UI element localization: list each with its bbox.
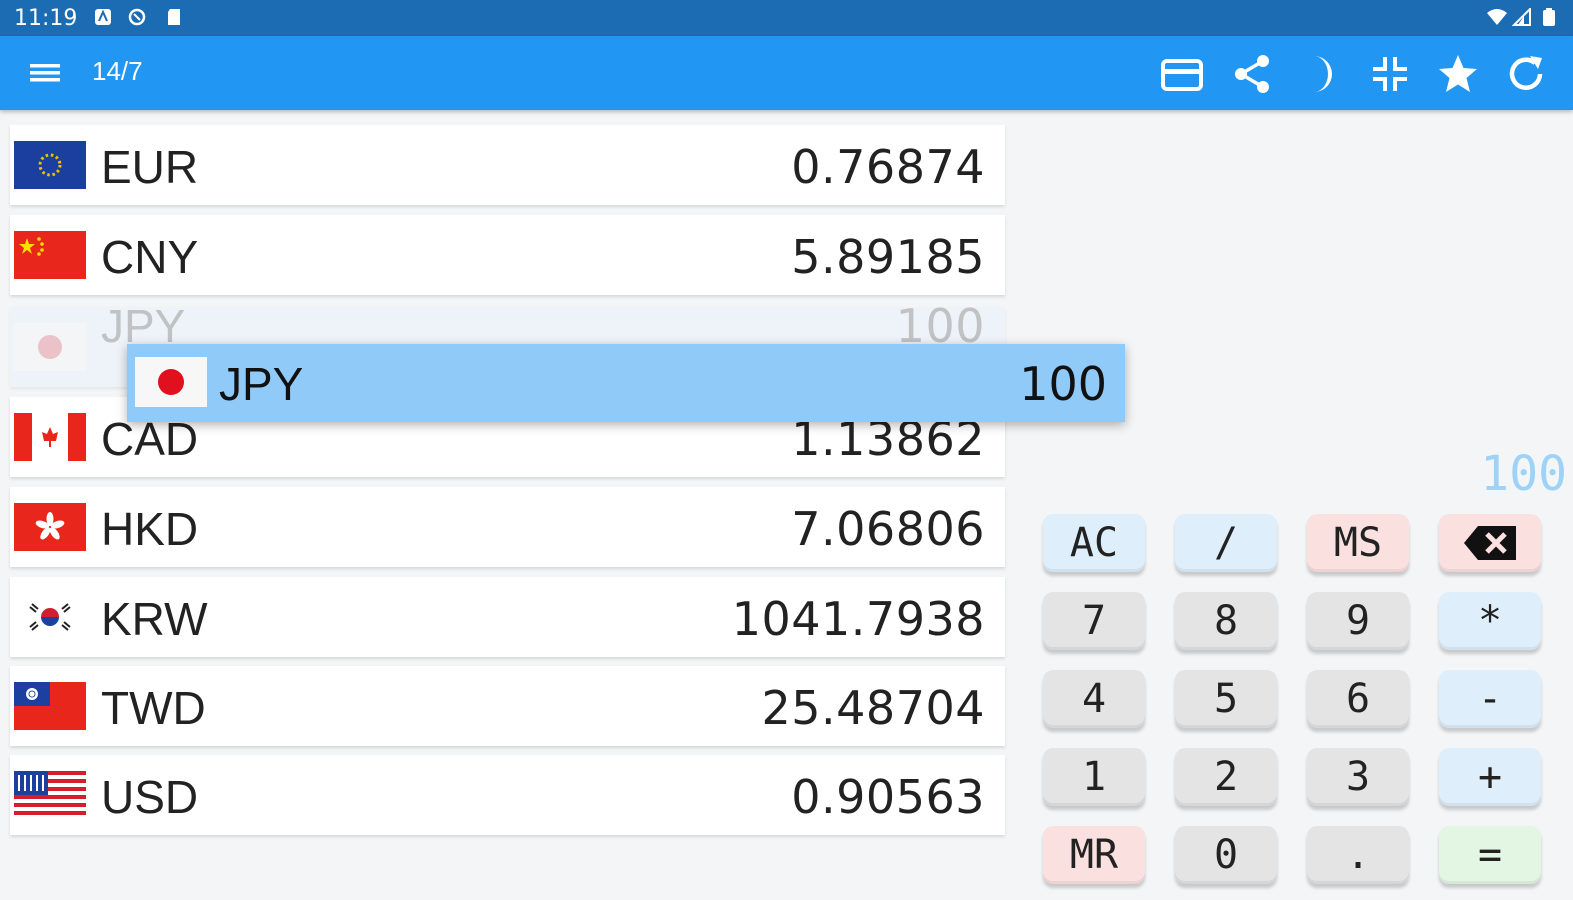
key-8[interactable]: 8: [1175, 592, 1277, 650]
taiwan-flag-icon: [14, 682, 86, 730]
calculator-display: 100: [1480, 446, 1567, 502]
currency-row-twd[interactable]: TWD 25.48704: [10, 666, 1005, 746]
currency-code: TWD: [101, 682, 206, 734]
canada-flag-icon: [14, 413, 86, 461]
key-5[interactable]: 5: [1175, 670, 1277, 728]
notification-a-icon: [95, 9, 111, 25]
dragging-currency-row[interactable]: JPY 100: [127, 344, 1125, 422]
japan-flag-icon: [14, 323, 86, 371]
key-divide[interactable]: /: [1175, 514, 1277, 572]
key-0[interactable]: 0: [1175, 826, 1277, 884]
currency-code: KRW: [101, 593, 208, 645]
key-4[interactable]: 4: [1043, 670, 1145, 728]
menu-icon[interactable]: [28, 58, 64, 88]
key-3[interactable]: 3: [1307, 748, 1409, 806]
currency-row-hkd[interactable]: HKD 7.06806: [10, 487, 1005, 567]
key-ms[interactable]: MS: [1307, 514, 1409, 572]
currency-code: JPY: [219, 358, 304, 410]
compress-icon[interactable]: [1368, 52, 1412, 96]
key-ac[interactable]: AC: [1043, 514, 1145, 572]
usa-flag-icon: [14, 771, 86, 819]
china-flag-icon: [14, 231, 86, 279]
currency-value: 1041.7938: [731, 592, 985, 646]
key-1[interactable]: 1: [1043, 748, 1145, 806]
hong-kong-flag-icon: [14, 503, 86, 551]
currency-row-usd[interactable]: USD 0.90563: [10, 755, 1005, 835]
key-multiply[interactable]: *: [1439, 592, 1541, 650]
battery-icon: [1543, 8, 1555, 26]
wifi-icon: [1487, 9, 1507, 25]
currency-value: 0.90563: [791, 770, 985, 824]
sync-icon: [128, 8, 146, 26]
currency-code: USD: [101, 771, 199, 823]
key-2[interactable]: 2: [1175, 748, 1277, 806]
key-subtract[interactable]: -: [1439, 670, 1541, 728]
signal-icon: [1512, 8, 1531, 26]
currency-value: 7.06806: [791, 502, 985, 556]
app-title: 14/7: [92, 56, 143, 86]
korea-flag-icon: [14, 593, 86, 641]
key-6[interactable]: 6: [1307, 670, 1409, 728]
key-add[interactable]: +: [1439, 748, 1541, 806]
moon-icon[interactable]: [1298, 52, 1342, 96]
key-backspace[interactable]: [1439, 514, 1541, 572]
status-bar: 11:19: [0, 0, 1573, 36]
currency-value: 5.89185: [791, 230, 985, 284]
key-equals[interactable]: =: [1439, 826, 1541, 884]
eu-flag-icon: [14, 141, 86, 189]
key-mr[interactable]: MR: [1043, 826, 1145, 884]
sd-card-icon: [168, 9, 180, 25]
currency-value: 0.76874: [791, 140, 985, 194]
app-bar: 14/7: [0, 36, 1573, 110]
currency-code: CNY: [101, 231, 199, 283]
currency-value: 25.48704: [761, 681, 985, 735]
status-time: 11:19: [14, 6, 78, 31]
star-icon[interactable]: [1436, 52, 1480, 96]
key-decimal[interactable]: .: [1307, 826, 1409, 884]
japan-flag-icon: [135, 357, 207, 407]
currency-row-eur[interactable]: EUR 0.76874: [10, 125, 1005, 205]
key-7[interactable]: 7: [1043, 592, 1145, 650]
key-9[interactable]: 9: [1307, 592, 1409, 650]
currency-code: HKD: [101, 503, 199, 555]
refresh-icon[interactable]: [1504, 52, 1548, 96]
currency-value: 100: [1019, 357, 1107, 411]
currency-row-cny[interactable]: CNY 5.89185: [10, 215, 1005, 295]
backspace-icon: [1464, 526, 1516, 560]
currency-row-krw[interactable]: KRW 1041.7938: [10, 577, 1005, 657]
share-icon[interactable]: [1230, 52, 1274, 96]
card-icon[interactable]: [1160, 52, 1204, 96]
currency-code: EUR: [101, 141, 199, 193]
